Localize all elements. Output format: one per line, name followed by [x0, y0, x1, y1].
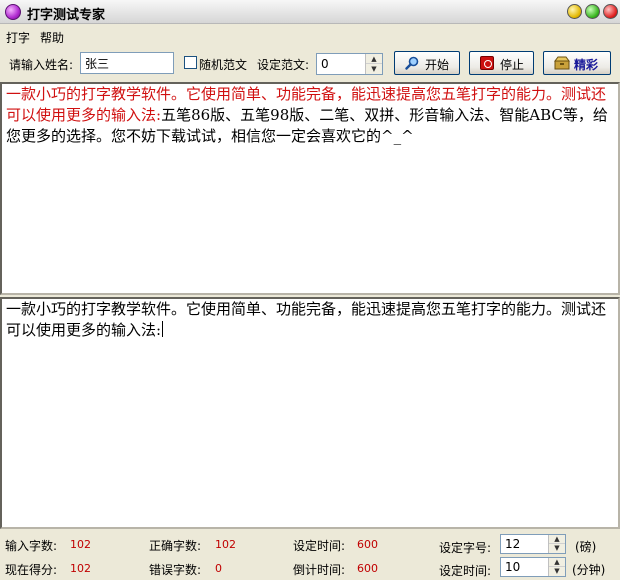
time-setting-unit: (分钟)	[572, 563, 606, 577]
time-setting-label: 设定时间:	[439, 564, 492, 578]
font-size-label: 设定字号:	[439, 541, 492, 555]
spin-up-icon[interactable]: ▲	[549, 535, 565, 544]
stop-button-label: 停止	[500, 58, 525, 72]
start-button[interactable]: 开始	[394, 51, 460, 75]
minimize-button[interactable]	[567, 4, 582, 19]
correct-count-label: 正确字数:	[149, 539, 202, 553]
box-icon	[554, 56, 570, 70]
name-input[interactable]	[80, 52, 174, 74]
source-text: 一款小巧的打字教学软件。它使用简单、功能完备，能迅速提高您五笔打字的能力。测试还…	[6, 84, 614, 147]
highlights-button[interactable]: 精彩	[543, 51, 611, 75]
random-sample-checkbox[interactable]	[184, 56, 197, 69]
toolbar: 请输入姓名: 随机范文 设定范文: 0 ▲ ▼ 开始 停止 精彩	[0, 48, 620, 80]
maximize-button[interactable]	[585, 4, 600, 19]
start-button-label: 开始	[425, 58, 450, 72]
input-count-value: 102	[70, 538, 91, 551]
spin-down-icon[interactable]: ▼	[549, 567, 565, 576]
magnifier-icon	[405, 56, 419, 70]
spin-down-icon[interactable]: ▼	[366, 64, 382, 74]
typing-text: 一款小巧的打字教学软件。它使用简单、功能完备，能迅速提高您五笔打字的能力。测试还…	[6, 299, 614, 341]
sample-spinner-buttons: ▲ ▼	[365, 54, 382, 74]
sample-label: 设定范文:	[257, 58, 310, 72]
error-count-label: 错误字数:	[149, 563, 202, 577]
time-setting-value: 10	[505, 560, 521, 574]
spin-up-icon[interactable]: ▲	[366, 54, 382, 64]
font-size-spinner-buttons: ▲ ▼	[548, 535, 565, 553]
sample-spinner-value: 0	[321, 57, 329, 71]
stop-button[interactable]: 停止	[469, 51, 534, 75]
menu-help[interactable]: 帮助	[40, 29, 64, 46]
window-title: 打字测试专家	[27, 8, 106, 23]
error-count-value: 0	[215, 562, 222, 575]
correct-count-value: 102	[215, 538, 236, 551]
sample-spinner[interactable]: 0 ▲ ▼	[316, 53, 383, 75]
countdown-value: 600	[357, 562, 378, 575]
title-bar: 打字测试专家	[0, 0, 620, 24]
status-panel: 输入字数: 102 正确字数: 102 设定时间: 600 现在得分: 102 …	[0, 531, 620, 580]
text-caret	[162, 321, 164, 337]
set-time-label: 设定时间:	[293, 539, 346, 553]
typing-area[interactable]: 一款小巧的打字教学软件。它使用简单、功能完备，能迅速提高您五笔打字的能力。测试还…	[0, 297, 620, 529]
font-size-spinner[interactable]: 12 ▲ ▼	[500, 534, 566, 554]
name-label: 请输入姓名:	[9, 58, 74, 72]
countdown-label: 倒计时间:	[293, 563, 346, 577]
random-sample-label: 随机范文	[199, 58, 248, 72]
time-setting-spinner-buttons: ▲ ▼	[548, 558, 565, 576]
set-time-value: 600	[357, 538, 378, 551]
font-size-value: 12	[505, 537, 521, 551]
spin-down-icon[interactable]: ▼	[549, 544, 565, 553]
highlights-button-label: 精彩	[574, 58, 599, 72]
score-value: 102	[70, 562, 91, 575]
input-count-label: 输入字数:	[5, 539, 58, 553]
close-button[interactable]	[603, 4, 618, 19]
font-size-unit: (磅)	[575, 540, 597, 554]
time-setting-spinner[interactable]: 10 ▲ ▼	[500, 557, 566, 577]
menu-typing[interactable]: 打字	[6, 29, 30, 46]
score-label: 现在得分:	[5, 563, 58, 577]
app-icon	[5, 4, 21, 20]
source-text-pane: 一款小巧的打字教学软件。它使用简单、功能完备，能迅速提高您五笔打字的能力。测试还…	[0, 82, 620, 295]
menu-bar: 打字 帮助	[0, 28, 620, 46]
typed-text: 一款小巧的打字教学软件。它使用简单、功能完备，能迅速提高您五笔打字的能力。测试还…	[6, 300, 607, 339]
spin-up-icon[interactable]: ▲	[549, 558, 565, 567]
stop-icon	[480, 56, 494, 70]
